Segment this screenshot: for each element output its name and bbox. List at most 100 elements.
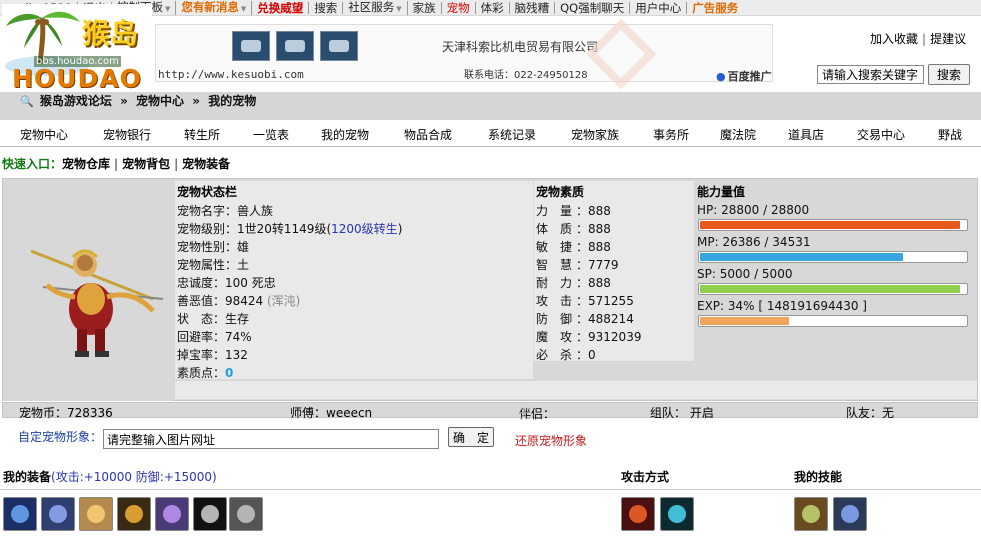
community-service-link[interactable]: 社区服务 ▼ bbox=[343, 0, 408, 15]
search-button[interactable]: 搜索 bbox=[928, 64, 970, 85]
item-glow bbox=[237, 505, 255, 523]
nav-trade-center[interactable]: 交易中心 bbox=[857, 126, 905, 143]
attr-row: 力 量：888 bbox=[536, 204, 611, 218]
confirm-button[interactable]: 确 定 bbox=[448, 427, 494, 447]
status-title: 宠物状态栏 bbox=[177, 185, 238, 199]
mp-bar-fill bbox=[700, 253, 903, 261]
chevron-down-icon: ▼ bbox=[240, 4, 247, 13]
pet-gender: 宠物性别：雄 bbox=[177, 240, 250, 254]
bracelet-icon[interactable] bbox=[193, 497, 227, 531]
header-links: 加入收藏 | 提建议 bbox=[870, 30, 966, 47]
watermark-icon bbox=[585, 18, 657, 90]
pet-loyalty: 忠诚度：100 死忠 bbox=[177, 276, 276, 290]
search-input[interactable] bbox=[817, 65, 924, 84]
pet-teammate: 队友：无 bbox=[846, 406, 895, 420]
orb-attack-icon[interactable] bbox=[660, 497, 694, 531]
naocan-link[interactable]: 脑残糟 bbox=[510, 1, 556, 14]
quick-link-equipment[interactable]: 宠物装备 bbox=[182, 157, 230, 171]
power-values-box: 能力量值 HP: 28800 / 28800 MP: 26386 / 34531… bbox=[695, 181, 977, 379]
attr-key: 敏 捷 bbox=[536, 240, 573, 254]
nav-office[interactable]: 事务所 bbox=[653, 126, 689, 143]
pet-info-panel: 宠物状态栏 宠物名字：兽人族 宠物级别：1世20转1149级(1200级转生) … bbox=[2, 178, 978, 401]
sp-bar bbox=[698, 283, 968, 295]
pet-level-suffix: ) bbox=[397, 222, 403, 236]
nav-pet-bank[interactable]: 宠物银行 bbox=[103, 126, 151, 143]
nav-system-log[interactable]: 系统记录 bbox=[488, 126, 536, 143]
nav-pet-family[interactable]: 宠物家族 bbox=[571, 126, 619, 143]
user-center-link[interactable]: 用户中心 bbox=[630, 1, 688, 14]
attr-value: 7779 bbox=[588, 258, 619, 272]
attr-value: 888 bbox=[588, 276, 611, 290]
attr-value: 488214 bbox=[588, 312, 634, 326]
exp-bar-fill bbox=[700, 317, 790, 325]
pet-link[interactable]: 宠物 bbox=[442, 1, 476, 14]
nav-field-battle[interactable]: 野战 bbox=[938, 126, 962, 143]
breadcrumb: 🔍 猴岛游戏论坛 » 宠物中心 » 我的宠物 bbox=[20, 92, 256, 109]
quick-link-backpack[interactable]: 宠物背包 bbox=[122, 157, 170, 171]
item-glow bbox=[629, 505, 647, 523]
breadcrumb-bar: 🔍 猴岛游戏论坛 » 宠物中心 » 我的宠物 bbox=[0, 92, 981, 120]
divider: | bbox=[114, 157, 119, 171]
nav-overview[interactable]: 一览表 bbox=[253, 126, 289, 143]
add-favorite-link[interactable]: 加入收藏 bbox=[870, 32, 918, 46]
banner-company: 天津科索比机电贸易有限公司 bbox=[442, 40, 599, 54]
weapon-blade-icon[interactable] bbox=[3, 497, 37, 531]
attr-row: 体 质：888 bbox=[536, 222, 611, 236]
attr-row: 必 杀：0 bbox=[536, 348, 596, 362]
custom-image-url-input[interactable] bbox=[103, 429, 439, 449]
new-message-link[interactable]: 您有新消息 ▼ bbox=[176, 0, 253, 15]
attr-value: 888 bbox=[588, 240, 611, 254]
pet-state: 状 态：生存 bbox=[177, 312, 250, 326]
nav-pet-center[interactable]: 宠物中心 bbox=[20, 126, 68, 143]
exchange-prestige-link[interactable]: 兑换威望 bbox=[252, 1, 310, 14]
lottery-link[interactable]: 体彩 bbox=[476, 1, 510, 14]
pet-status-box: 宠物状态栏 宠物名字：兽人族 宠物级别：1世20转1149级(1200级转生) … bbox=[175, 181, 533, 380]
boots-icon[interactable] bbox=[155, 497, 189, 531]
suggest-link[interactable]: 提建议 bbox=[930, 32, 966, 46]
pet-partner-value: 无 bbox=[519, 407, 532, 421]
ad-service-link[interactable]: 广告服务 bbox=[687, 2, 743, 14]
search-link[interactable]: 搜索 bbox=[309, 1, 344, 14]
family-link[interactable]: 家族 bbox=[408, 1, 442, 14]
pet-portrait bbox=[3, 179, 173, 401]
attr-row: 耐 力：888 bbox=[536, 276, 611, 290]
divider: | bbox=[922, 32, 927, 46]
attr-value: 888 bbox=[588, 222, 611, 236]
attr-row: 敏 捷：888 bbox=[536, 240, 611, 254]
skills-title: 我的技能 bbox=[794, 470, 843, 484]
pet-level-text: 宠物级别：1世20转1149级( bbox=[177, 222, 332, 236]
quick-entry: 快速入口：宠物仓库 | 宠物背包 | 宠物装备 bbox=[2, 155, 230, 172]
quick-link-warehouse[interactable]: 宠物仓库 bbox=[62, 157, 110, 171]
gauntlet-icon[interactable] bbox=[229, 497, 263, 531]
divider: | bbox=[174, 157, 179, 171]
baidu-promo: ● 百度推广 bbox=[716, 68, 772, 84]
banner-ad[interactable]: http://www.kesuobi.com 天津科索比机电贸易有限公司 联系电… bbox=[155, 18, 773, 90]
search-icon: 🔍 bbox=[20, 95, 34, 108]
armor-icon[interactable] bbox=[117, 497, 151, 531]
restore-image-link[interactable]: 还原宠物形象 bbox=[515, 432, 587, 449]
skill-warrior-icon[interactable] bbox=[833, 497, 867, 531]
ring-icon[interactable] bbox=[41, 497, 75, 531]
attr-key: 魔 攻 bbox=[536, 330, 573, 344]
product-image-icon bbox=[320, 31, 358, 61]
hp-label: HP: 28800 / 28800 bbox=[697, 203, 810, 217]
qq-chat-link[interactable]: QQ强制聊天 bbox=[555, 1, 631, 14]
nav-magic-academy[interactable]: 魔法院 bbox=[720, 126, 756, 143]
fire-attack-icon[interactable] bbox=[621, 497, 655, 531]
site-logo[interactable]: 猴岛 bbs.houdao.com HOUDAO bbox=[2, 4, 152, 93]
pet-dodge: 回避率：74% bbox=[177, 330, 252, 344]
nav-item-synthesis[interactable]: 物品合成 bbox=[404, 126, 452, 143]
nav-item-shop[interactable]: 道具店 bbox=[788, 126, 824, 143]
nav-rebirth[interactable]: 转生所 bbox=[184, 126, 220, 143]
pet-coins: 宠物币：728336 bbox=[19, 406, 113, 420]
breadcrumb-forum[interactable]: 猴岛游戏论坛 bbox=[40, 94, 112, 108]
paw-icon: ● bbox=[716, 70, 726, 83]
rebirth-link[interactable]: 1200级转生 bbox=[331, 222, 398, 236]
helmet-icon[interactable] bbox=[79, 497, 113, 531]
breadcrumb-separator: » bbox=[120, 94, 128, 108]
breadcrumb-my-pet[interactable]: 我的宠物 bbox=[208, 94, 256, 108]
breadcrumb-pet-center[interactable]: 宠物中心 bbox=[136, 94, 184, 108]
skill-beast-icon[interactable] bbox=[794, 497, 828, 531]
equipment-header: 我的装备(攻击:+10000 防御:+15000) 攻击方式 我的技能 bbox=[0, 464, 981, 490]
nav-my-pet[interactable]: 我的宠物 bbox=[321, 126, 369, 143]
